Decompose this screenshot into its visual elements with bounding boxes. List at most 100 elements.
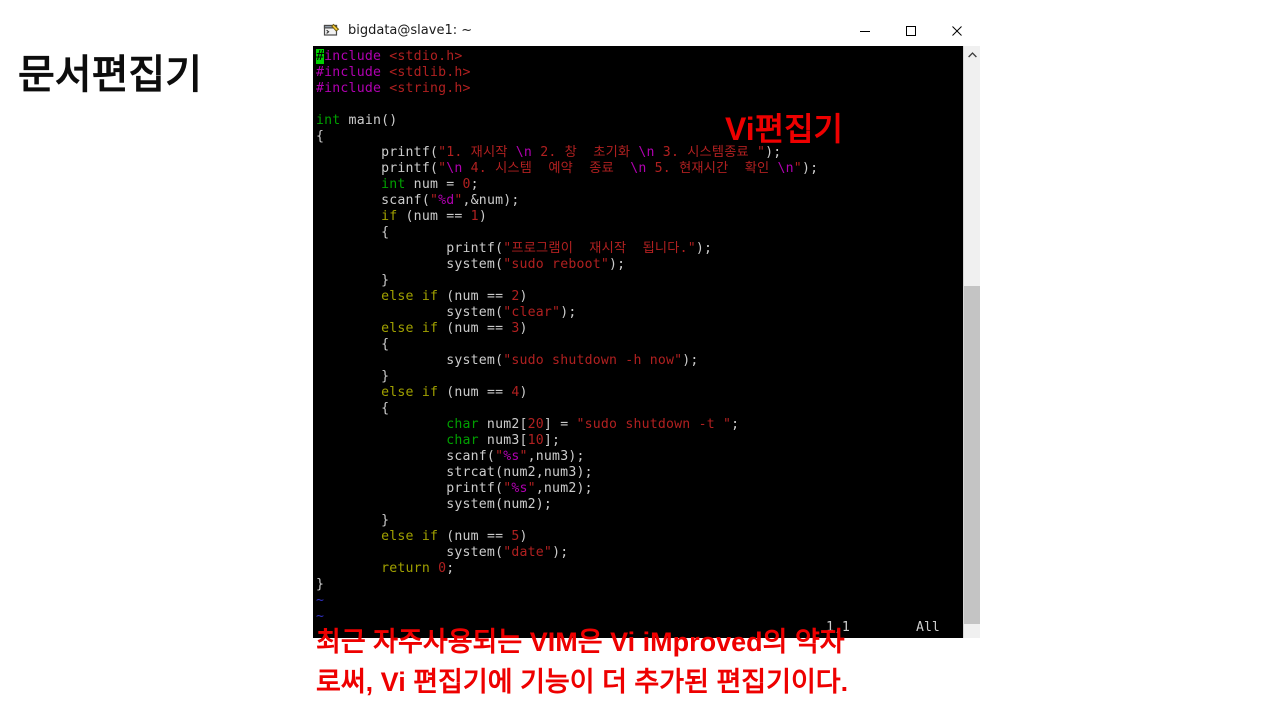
code-token: 2. 창 초기화 xyxy=(532,145,639,160)
code-token: (num == xyxy=(438,289,512,304)
code-token: " xyxy=(454,193,463,208)
code-token: 1 xyxy=(470,209,479,224)
code-token: { xyxy=(316,225,390,240)
code-token: system( xyxy=(316,545,504,560)
code-line: { xyxy=(316,225,963,241)
code-token: " xyxy=(793,161,802,176)
code-token: "sudo reboot" xyxy=(503,257,610,272)
code-token: \n xyxy=(777,161,794,176)
code-token: if xyxy=(381,209,398,224)
code-token: (num == xyxy=(438,529,512,544)
code-line: else if (num == 5) xyxy=(316,529,963,545)
code-token: return xyxy=(381,561,430,576)
code-line: system("sudo reboot"); xyxy=(316,257,963,273)
code-line: } xyxy=(316,369,963,385)
code-line: return 0; xyxy=(316,561,963,577)
code-line: printf("%s",num2); xyxy=(316,481,963,497)
code-token: } xyxy=(316,577,325,592)
code-line: else if (num == 3) xyxy=(316,321,963,337)
code-token: ); xyxy=(560,305,577,320)
code-token: ; xyxy=(470,177,479,192)
code-token: # xyxy=(316,49,325,64)
code-line: int num = 0; xyxy=(316,177,963,193)
code-line: printf("1. 재시작 \n 2. 창 초기화 \n 3. 시스템종료 "… xyxy=(316,145,963,161)
code-token: num = xyxy=(405,177,463,192)
code-token: printf( xyxy=(316,145,439,160)
code-line: #include <stdlib.h> xyxy=(316,65,963,81)
window-title-text: bigdata@slave1: ~ xyxy=(348,23,473,38)
code-token: <string.h> xyxy=(389,81,471,96)
code-line: system("clear"); xyxy=(316,305,963,321)
terminal-body[interactable]: #include <stdio.h> #include <stdlib.h> #in… xyxy=(313,46,980,638)
code-token: num3[ xyxy=(478,433,528,448)
code-token: 2 xyxy=(511,289,520,304)
code-token: int xyxy=(381,177,406,192)
code-token: #include xyxy=(316,65,390,80)
code-token: ) xyxy=(478,209,487,224)
code-token: 10 xyxy=(527,433,544,448)
terminal-scrollbar[interactable] xyxy=(963,46,980,638)
code-token: " xyxy=(429,193,439,208)
code-token: ); xyxy=(695,241,713,256)
code-line: { xyxy=(316,401,963,417)
code-token: \n xyxy=(446,161,463,176)
code-token: "sudo shutdown -t " xyxy=(576,417,732,432)
scrollbar-thumb[interactable] xyxy=(964,286,980,624)
code-token: <stdlib.h> xyxy=(389,65,471,80)
code-line: ~ xyxy=(316,593,963,609)
code-token: " xyxy=(519,449,528,464)
code-line: else if (num == 4) xyxy=(316,385,963,401)
code-token: { xyxy=(316,337,390,352)
code-token: 5. 현재시간 확인 xyxy=(646,161,778,176)
code-token: printf( xyxy=(316,161,439,176)
code-token: int xyxy=(316,113,341,128)
code-line: char num2[20] = "sudo shutdown -t "; xyxy=(316,417,963,433)
code-token: strcat(num2,num3); xyxy=(316,465,593,480)
code-token: ,num2); xyxy=(535,481,593,496)
code-line: scanf("%s",num3); xyxy=(316,449,963,465)
code-line: int main() xyxy=(316,113,963,129)
code-line: } xyxy=(316,513,963,529)
code-token: ] = xyxy=(543,417,577,432)
code-token: (num == xyxy=(438,385,512,400)
code-token: ); xyxy=(682,353,699,368)
vim-editor-buffer[interactable]: #include <stdio.h> #include <stdlib.h> #in… xyxy=(313,46,963,638)
code-token: 4. 시스템 예약 종료 xyxy=(462,161,631,176)
code-line: if (num == 1) xyxy=(316,209,963,225)
minimize-button[interactable] xyxy=(842,15,888,46)
code-token: ,&num); xyxy=(462,193,520,208)
code-line: printf("프로그램이 재시작 됩니다."); xyxy=(316,241,963,257)
code-line: printf("\n 4. 시스템 예약 종료 \n 5. 현재시간 확인 \n… xyxy=(316,161,963,177)
scrollbar-up-arrow-icon[interactable] xyxy=(964,46,980,63)
code-line: #include <string.h> xyxy=(316,81,963,97)
window-titlebar[interactable]: bigdata@slave1: ~ xyxy=(313,15,980,46)
code-token: 20 xyxy=(527,417,544,432)
code-line: system("sudo shutdown -h now"); xyxy=(316,353,963,369)
page-title: 문서편집기 xyxy=(18,53,202,97)
code-token: include xyxy=(324,49,390,64)
maximize-button[interactable] xyxy=(888,15,934,46)
code-line: strcat(num2,num3); xyxy=(316,465,963,481)
code-token: ; xyxy=(446,561,455,576)
code-token: "clear" xyxy=(503,305,561,320)
code-token: num2[ xyxy=(478,417,528,432)
code-token: ~ xyxy=(316,593,325,608)
code-token: ); xyxy=(801,161,819,176)
code-token: } xyxy=(316,513,390,528)
code-token: scanf( xyxy=(316,449,496,464)
code-token: system( xyxy=(316,305,504,320)
close-button[interactable] xyxy=(934,15,980,46)
slide-caption: 최근 자주사용되는 VIM은 Vi iMproved의 약자 로써, Vi 편집… xyxy=(316,622,1016,702)
code-token: ); xyxy=(609,257,626,272)
code-line: } xyxy=(316,577,963,593)
code-token: 5 xyxy=(511,529,520,544)
